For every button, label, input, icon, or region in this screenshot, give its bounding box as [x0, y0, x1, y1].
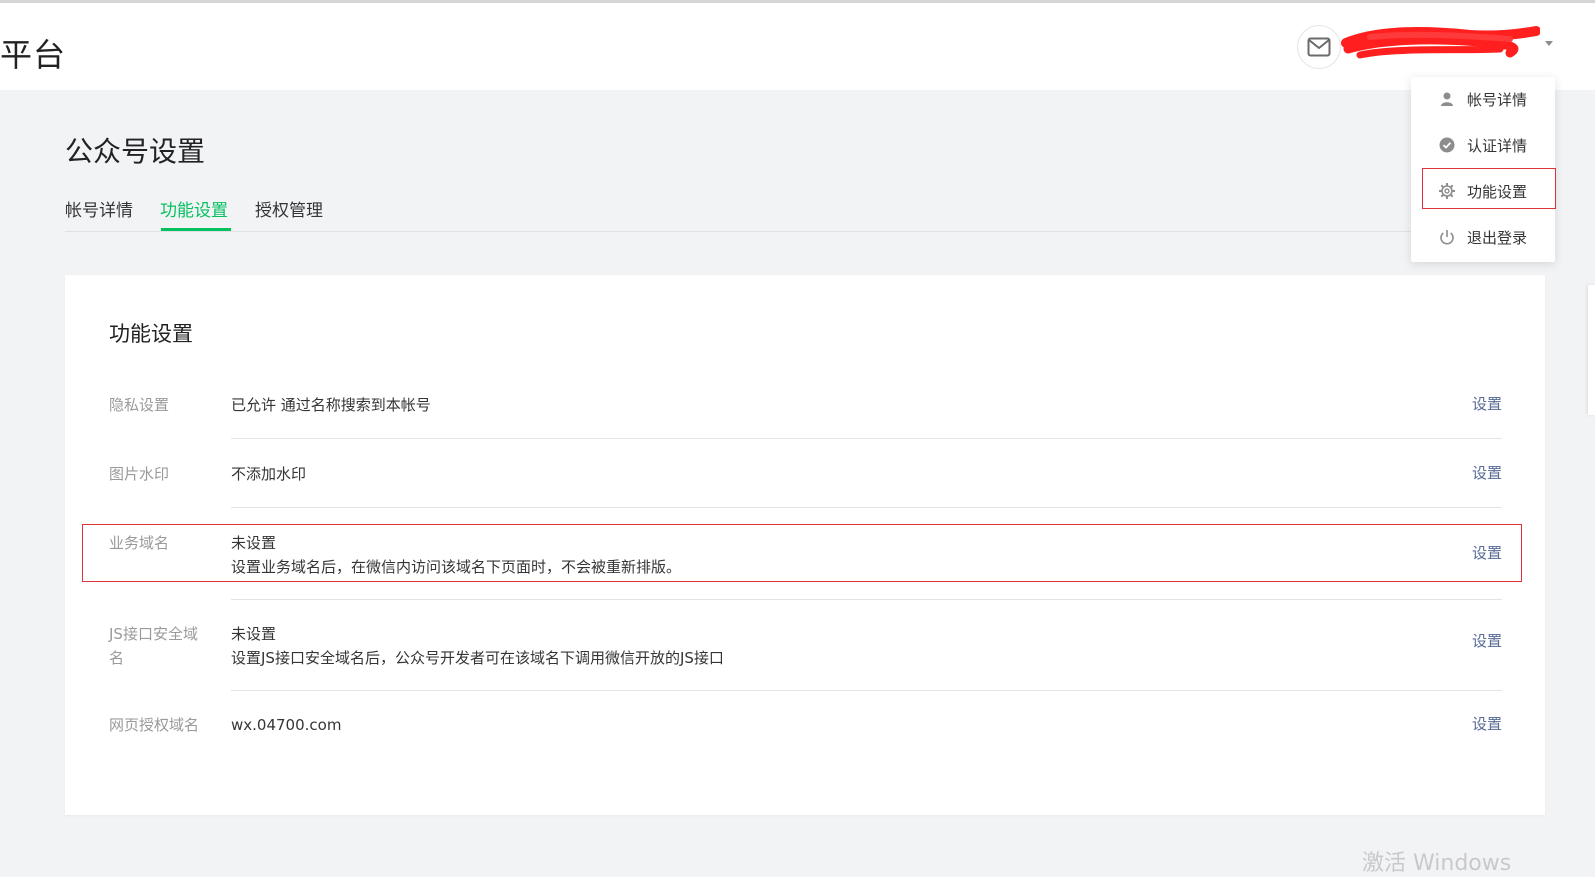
card-title: 功能设置: [109, 322, 193, 346]
js-domain-settings-link[interactable]: 设置: [1472, 630, 1502, 651]
row-value-status: 未设置: [231, 625, 277, 643]
row-value: 未设置 设置JS接口安全域名后，公众号开发者可在该域名下调用微信开放的JS接口: [231, 622, 724, 670]
tab-authorization[interactable]: 授权管理: [255, 196, 323, 221]
message-button[interactable]: [1297, 25, 1341, 69]
tab-bar: 帐号详情 功能设置 授权管理: [65, 190, 1545, 232]
account-name-redacted[interactable]: [1340, 25, 1541, 63]
row-divider: [231, 690, 1502, 691]
windows-activation-watermark: 激活 Windows: [1362, 851, 1512, 876]
tab-account-details[interactable]: 帐号详情: [65, 196, 133, 221]
settings-row-js-domain: JS接口安全域名 未设置 设置JS接口安全域名后，公众号开发者可在该域名下调用微…: [109, 622, 1502, 672]
menu-item-logout[interactable]: 退出登录: [1411, 217, 1555, 257]
row-divider: [231, 599, 1502, 600]
verified-check-icon: [1438, 136, 1456, 154]
side-panel-edge: [1588, 285, 1595, 415]
menu-item-label: 帐号详情: [1467, 90, 1528, 109]
row-label: 网页授权域名: [109, 716, 200, 734]
mail-icon: [1307, 37, 1331, 57]
privacy-settings-link[interactable]: 设置: [1472, 393, 1502, 414]
menu-item-verification-details[interactable]: 认证详情: [1411, 125, 1555, 165]
page-title: 公众号设置: [65, 135, 206, 168]
row-label: JS接口安全域名: [109, 625, 198, 667]
row-value: 已允许 通过名称搜索到本帐号: [231, 396, 431, 414]
row-value-description: 设置JS接口安全域名后，公众号开发者可在该域名下调用微信开放的JS接口: [231, 649, 724, 667]
top-header: 平台: [0, 3, 1595, 90]
tab-feature-settings[interactable]: 功能设置: [160, 196, 228, 221]
settings-row-privacy: 隐私设置 已允许 通过名称搜索到本帐号 设置: [109, 393, 1502, 423]
row-value: wx.04700.com: [231, 716, 342, 734]
row-value: 不添加水印: [231, 465, 307, 483]
feature-settings-card: 功能设置 隐私设置 已允许 通过名称搜索到本帐号 设置 图片水印 不添加水印 设…: [65, 275, 1545, 815]
watermark-settings-link[interactable]: 设置: [1472, 462, 1502, 483]
menu-item-label: 退出登录: [1467, 228, 1528, 247]
brand-title: 平台: [0, 36, 67, 74]
menu-item-account-details[interactable]: 帐号详情: [1411, 79, 1555, 119]
power-icon: [1438, 228, 1456, 246]
row-label: 图片水印: [109, 465, 170, 483]
menu-item-label: 认证详情: [1467, 136, 1528, 155]
redaction-scribble: [1341, 26, 1541, 59]
row-label: 隐私设置: [109, 396, 170, 414]
oauth-domain-settings-link[interactable]: 设置: [1472, 713, 1502, 734]
feature-settings-highlight-box: [1422, 168, 1556, 209]
settings-row-oauth-domain: 网页授权域名 wx.04700.com 设置: [109, 713, 1502, 743]
account-dropdown-caret[interactable]: [1545, 41, 1553, 46]
business-domain-highlight-box: [82, 524, 1522, 582]
row-divider: [231, 438, 1502, 439]
settings-row-watermark: 图片水印 不添加水印 设置: [109, 462, 1502, 492]
row-divider: [231, 507, 1502, 508]
active-tab-indicator: [161, 228, 231, 231]
user-icon: [1438, 90, 1456, 108]
